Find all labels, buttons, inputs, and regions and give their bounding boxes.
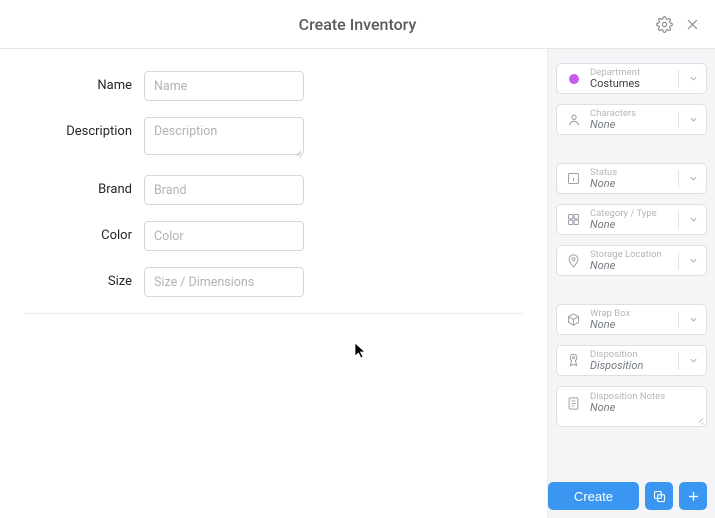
disposition-notes-input[interactable]: Disposition Notes None [556,386,707,427]
chip-separator [678,70,679,88]
add-button[interactable] [679,482,707,510]
form-row-brand: Brand [24,175,523,205]
chevron-down-icon [686,73,700,84]
label-brand: Brand [24,175,132,197]
form-row-color: Color [24,221,523,251]
chip-separator [678,252,679,270]
info-icon [564,169,583,188]
chip-label: Category / Type [590,209,671,219]
chip-label: Characters [590,109,671,119]
chip-value: None [590,260,671,272]
size-input[interactable] [144,267,304,297]
name-input[interactable] [144,71,304,101]
side-group-2: Status None [556,163,707,276]
close-icon [685,17,700,32]
page-title: Create Inventory [299,15,417,34]
content-area: Name Description Brand Color Size [0,49,715,518]
chip-value: None [590,178,671,190]
notes-icon [564,394,583,413]
chip-label: Storage Location [590,250,671,260]
form-row-size: Size [24,267,523,297]
chip-separator [678,352,679,370]
chip-label: Wrap Box [590,309,671,319]
description-wrap [144,117,304,159]
status-selector[interactable]: Status None [556,163,707,194]
duplicate-button[interactable] [645,482,673,510]
main-divider [24,313,523,314]
form-row-name: Name [24,71,523,101]
resize-handle-icon[interactable] [696,416,704,424]
chevron-down-icon [686,114,700,125]
chevron-down-icon [686,255,700,266]
characters-selector[interactable]: Characters None [556,104,707,135]
form-column: Name Description Brand Color Size [0,49,547,518]
description-input[interactable] [144,117,304,155]
chip-separator [678,211,679,229]
color-dot-icon [564,69,583,88]
copy-icon [652,489,667,504]
label-name: Name [24,71,132,93]
chip-value: None [590,402,700,414]
titlebar: Create Inventory [0,0,715,49]
plus-icon [686,489,701,504]
department-selector[interactable]: Department Costumes [556,63,707,94]
chip-value: None [590,319,671,331]
label-description: Description [24,117,132,139]
label-color: Color [24,221,132,243]
chip-separator [678,311,679,329]
chevron-down-icon [686,355,700,366]
sidebar: Department Costumes [547,49,715,518]
grid-icon [564,210,583,229]
chevron-down-icon [686,173,700,184]
chip-value: None [590,219,671,231]
create-button[interactable]: Create [548,482,639,510]
gear-icon [656,16,673,33]
chevron-down-icon [686,214,700,225]
chevron-down-icon [686,314,700,325]
chip-label: Disposition [590,350,671,360]
chip-separator [678,111,679,129]
disposition-selector[interactable]: Disposition Disposition [556,345,707,376]
location-icon [564,251,583,270]
close-button[interactable] [683,15,701,33]
chip-value: Costumes [590,78,671,90]
brand-input[interactable] [144,175,304,205]
side-group-3: Wrap Box None Dis [556,304,707,427]
storage-location-selector[interactable]: Storage Location None [556,245,707,276]
titlebar-actions [655,0,701,48]
box-icon [564,310,583,329]
label-size: Size [24,267,132,289]
side-group-1: Department Costumes [556,63,707,135]
category-selector[interactable]: Category / Type None [556,204,707,235]
create-inventory-dialog: Create Inventory Name De [0,0,715,518]
chip-value: Disposition [590,360,671,372]
chip-label: Department [590,68,671,78]
chip-value: None [590,119,671,131]
person-icon [564,110,583,129]
color-input[interactable] [144,221,304,251]
chip-label: Status [590,168,671,178]
tag-icon [564,351,583,370]
chip-separator [678,170,679,188]
wrap-box-selector[interactable]: Wrap Box None [556,304,707,335]
resize-handle-icon[interactable] [294,149,302,157]
footer-actions: Create [548,482,707,510]
settings-button[interactable] [655,15,673,33]
form-row-description: Description [24,117,523,159]
chip-label: Disposition Notes [590,392,700,402]
